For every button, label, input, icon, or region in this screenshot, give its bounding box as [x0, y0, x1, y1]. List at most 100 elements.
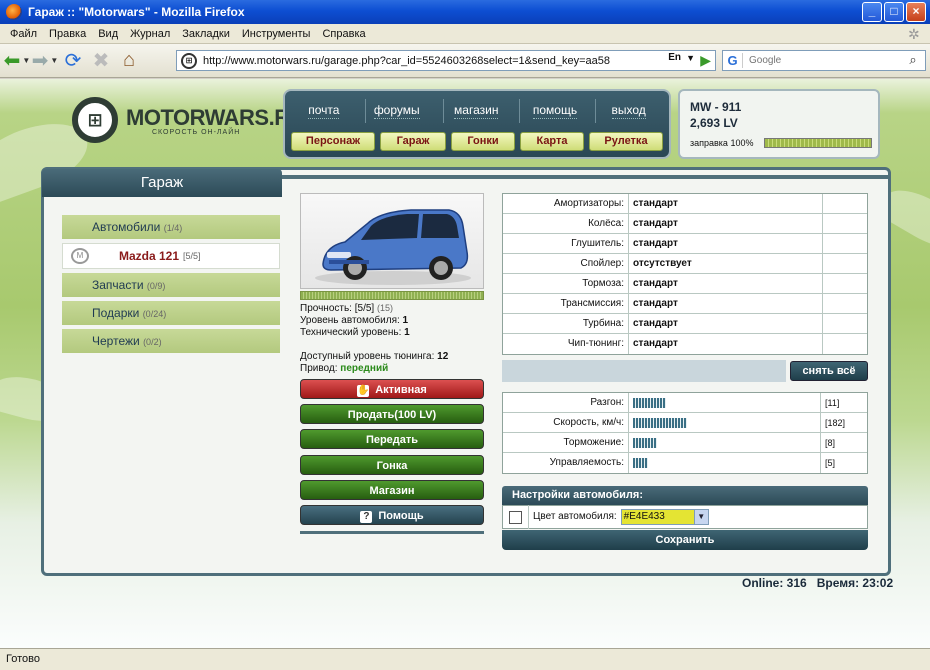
part-value: стандарт — [629, 334, 823, 354]
part-value: отсутствует — [629, 254, 823, 273]
divider — [282, 175, 888, 179]
help-label: Помощь — [378, 510, 424, 522]
shop-button[interactable]: Магазин — [300, 480, 484, 500]
table-row[interactable]: Тормоза: стандарт — [503, 274, 867, 294]
part-name: Тормоза: — [503, 274, 629, 293]
fuel-label: заправка 100% — [690, 138, 754, 148]
divider — [300, 531, 484, 534]
part-name: Колёса: — [503, 214, 629, 233]
nav-link-help[interactable]: помощь — [532, 103, 578, 119]
menu-tools[interactable]: Инструменты — [236, 28, 317, 40]
sidebar-item-count: (1/4) — [163, 223, 183, 233]
home-button[interactable]: ⌂ — [116, 48, 142, 74]
table-row[interactable]: Амортизаторы: стандарт — [503, 194, 867, 214]
tuning-level-label: Доступный уровень тюнинга: — [300, 351, 435, 362]
nav-button-map[interactable]: Карта — [520, 132, 584, 151]
tuning-level-value: 12 — [437, 351, 449, 362]
chevron-down-icon[interactable]: ▼ — [686, 53, 695, 63]
durability-extra: (15) — [376, 303, 393, 313]
search-icon[interactable]: ⌕ — [903, 52, 923, 69]
sidebar-item-car-mazda[interactable]: M Mazda 121 [5/5] — [62, 243, 280, 269]
nav-button-races[interactable]: Гонки — [451, 132, 515, 151]
sidebar-item-cars[interactable]: Автомобили (1/4) — [62, 215, 280, 239]
table-row[interactable]: Турбина: стандарт — [503, 314, 867, 334]
table-row[interactable]: Чип-тюнинг: стандарт — [503, 334, 867, 354]
close-button[interactable]: × — [906, 2, 926, 22]
help-button[interactable]: ? Помощь — [300, 505, 484, 525]
navigation-toolbar: ⬅ ▼ ➡ ▼ ⟳ ✖ ⌂ ⊞ http://www.motorwars.ru/ga… — [0, 44, 930, 78]
menu-view[interactable]: Вид — [92, 28, 124, 40]
menu-file[interactable]: Файл — [4, 28, 43, 40]
settings-row: Цвет автомобиля: #E4E433 ▼ — [502, 505, 868, 529]
remove-all-button[interactable]: снять всё — [790, 361, 868, 381]
table-row[interactable]: Спойлер: отсутствует — [503, 254, 867, 274]
color-select[interactable]: #E4E433 ▼ — [620, 509, 709, 525]
part-value: стандарт — [629, 234, 823, 253]
stat-value: [182] — [825, 418, 846, 428]
site-favicon-icon: ⊞ — [181, 52, 197, 69]
nav-link-mail[interactable]: почта — [308, 103, 340, 119]
nav-link-shop[interactable]: магазин — [454, 103, 499, 119]
menu-history[interactable]: Журнал — [124, 28, 176, 40]
nav-button-character[interactable]: Персонаж — [291, 132, 375, 151]
menu-edit[interactable]: Правка — [43, 28, 92, 40]
forward-button[interactable]: ➡ ▼ — [32, 48, 59, 74]
address-bar[interactable]: ⊞ http://www.motorwars.ru/garage.php?car… — [176, 50, 716, 71]
nav-button-garage[interactable]: Гараж — [380, 132, 446, 151]
firefox-icon — [6, 4, 22, 20]
table-row[interactable]: Колёса: стандарт — [503, 214, 867, 234]
sidebar-item-blueprints[interactable]: Чертежи (0/2) — [62, 329, 280, 353]
stat-bar — [633, 458, 648, 468]
transfer-button[interactable]: Передать — [300, 429, 484, 449]
active-car-label: Активная — [375, 384, 427, 396]
sidebar-item-gifts[interactable]: Подарки (0/24) — [62, 301, 280, 325]
stat-name: Торможение: — [503, 433, 629, 452]
menu-help[interactable]: Справка — [316, 28, 371, 40]
fuel-bar — [764, 138, 872, 148]
sidebar-item-label: Чертежи — [92, 334, 140, 348]
sidebar-item-label: Автомобили — [92, 220, 161, 234]
part-value: стандарт — [629, 274, 823, 293]
car-picture-icon — [315, 209, 471, 285]
account-box: MW - 911 2,693 LV заправка 100% — [678, 89, 880, 159]
site-logo[interactable]: ⊞ MOTORWARS.RU СКОРОСТЬ ОН-ЛАЙН — [72, 97, 305, 143]
nav-link-forums[interactable]: форумы — [373, 103, 420, 119]
sell-button[interactable]: Продать(100 LV) — [300, 404, 484, 424]
chevron-down-icon[interactable]: ▼ — [50, 56, 58, 65]
sidebar-item-parts[interactable]: Запчасти (0/9) — [62, 273, 280, 297]
race-button[interactable]: Гонка — [300, 455, 484, 475]
table-row[interactable]: Трансмиссия: стандарт — [503, 294, 867, 314]
go-arrow-icon[interactable]: ▶ — [700, 52, 711, 69]
stat-value: [5] — [825, 458, 836, 468]
stop-button[interactable]: ✖ — [88, 48, 114, 74]
color-checkbox[interactable] — [509, 510, 522, 524]
stat-value: [11] — [825, 398, 840, 408]
car-count: [5/5] — [183, 251, 201, 261]
tech-level-value: 1 — [404, 327, 410, 338]
top-navigation: почта форумы магазин помощь выход Персон… — [283, 89, 671, 159]
color-label: Цвет автомобиля: — [528, 505, 617, 529]
chevron-down-icon[interactable]: ▼ — [22, 56, 30, 65]
chevron-down-icon[interactable]: ▼ — [693, 510, 708, 524]
language-indicator[interactable]: En — [668, 52, 681, 63]
minimize-button[interactable]: _ — [862, 2, 882, 22]
reload-button[interactable]: ⟳ — [60, 48, 86, 74]
nav-button-roulette[interactable]: Рулетка — [589, 132, 663, 151]
stats-table: Разгон: [11] Скорость, км/ч: [182] Торможе… — [502, 392, 868, 474]
parts-table: Амортизаторы: стандарт Колёса: стандарт Гл… — [502, 193, 868, 355]
back-button[interactable]: ⬅ ▼ — [4, 48, 31, 74]
part-value: стандарт — [629, 314, 823, 333]
save-button[interactable]: Сохранить — [502, 530, 868, 550]
search-engine-icon[interactable]: G — [723, 53, 743, 68]
settings-header: Настройки автомобиля: — [502, 486, 868, 505]
search-input[interactable] — [743, 55, 893, 66]
nav-link-logout[interactable]: выход — [611, 103, 646, 119]
active-car-button[interactable]: ✋ Активная — [300, 379, 484, 399]
url-text[interactable]: http://www.motorwars.ru/garage.php?car_i… — [203, 55, 610, 67]
menu-bookmarks[interactable]: Закладки — [176, 28, 236, 40]
table-row: Управляемость: [5] — [503, 453, 867, 473]
table-row[interactable]: Глушитель: стандарт — [503, 234, 867, 254]
window-title: Гараж :: "Motorwars" - Mozilla Firefox — [28, 5, 245, 19]
title-bar: Гараж :: "Motorwars" - Mozilla Firefox _… — [0, 0, 930, 24]
maximize-button[interactable]: □ — [884, 2, 904, 22]
